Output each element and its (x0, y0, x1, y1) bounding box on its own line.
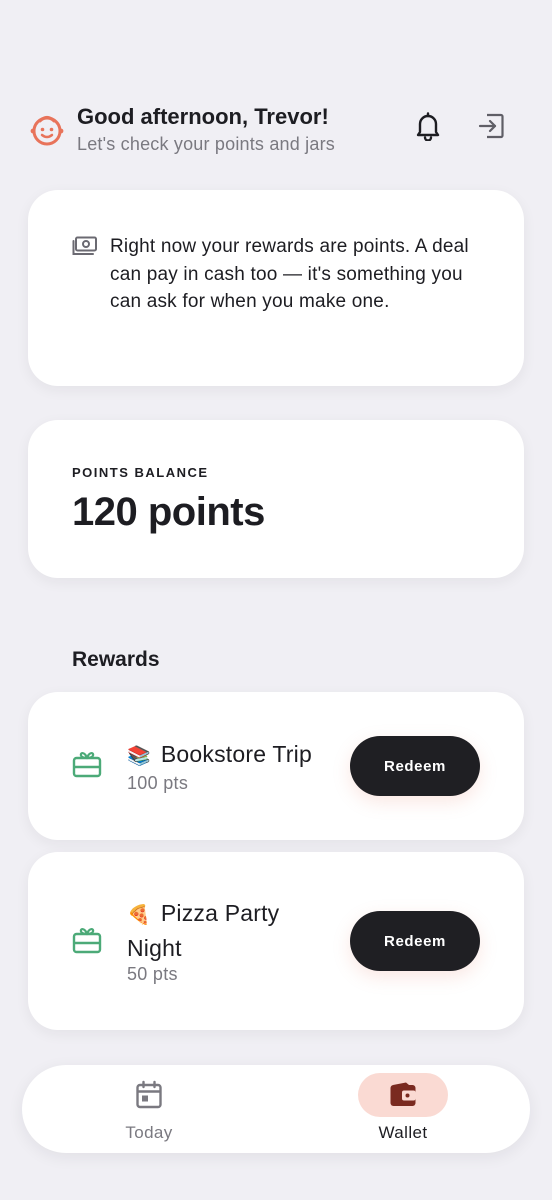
reward-points: 100 pts (127, 773, 189, 793)
rewards-heading: Rewards (72, 648, 160, 671)
nav-item-today[interactable]: Today (79, 1065, 219, 1153)
nav-item-wallet[interactable]: Wallet (333, 1065, 473, 1153)
pizza-emoji: 🍕 (127, 905, 151, 926)
points-balance-card: POINTS BALANCE 120 points (28, 420, 524, 578)
greeting-title: Good afternoon, Trevor! (77, 104, 329, 129)
greeting-subtitle: Let's check your points and jars (77, 134, 335, 154)
reward-card: 📚 Bookstore Trip 100 pts Redeem (28, 692, 524, 840)
nav-label-wallet: Wallet (378, 1123, 428, 1142)
calendar-icon (104, 1073, 194, 1117)
books-emoji: 📚 (127, 746, 151, 767)
baby-face-icon[interactable] (28, 111, 66, 149)
reward-title: 🍕 Pizza Party Night (127, 897, 337, 965)
header: Good afternoon, Trevor! Let's check your… (28, 100, 524, 160)
logout-icon[interactable] (471, 106, 511, 146)
points-balance-label: POINTS BALANCE (72, 465, 209, 480)
wallet-icon (358, 1073, 448, 1117)
redeem-button[interactable]: Redeem (350, 911, 480, 971)
reward-name: Bookstore Trip (160, 741, 312, 767)
greeting-block: Good afternoon, Trevor! Let's check your… (77, 103, 524, 157)
bell-icon[interactable] (408, 106, 448, 146)
points-balance-value: 120 points (72, 490, 265, 534)
info-text: Right now your rewards are points. A dea… (110, 236, 469, 312)
redeem-button[interactable]: Redeem (350, 736, 480, 796)
reward-points: 50 pts (127, 964, 178, 984)
gift-icon (72, 750, 102, 783)
info-card: Right now your rewards are points. A dea… (28, 190, 524, 386)
reward-card: 🍕 Pizza Party Night 50 pts Redeem (28, 852, 524, 1030)
reward-title: 📚 Bookstore Trip (127, 738, 357, 773)
bottom-nav: Today Wallet (22, 1065, 530, 1153)
nav-label-today: Today (125, 1123, 173, 1142)
cash-icon (72, 236, 98, 263)
gift-icon (72, 926, 102, 959)
